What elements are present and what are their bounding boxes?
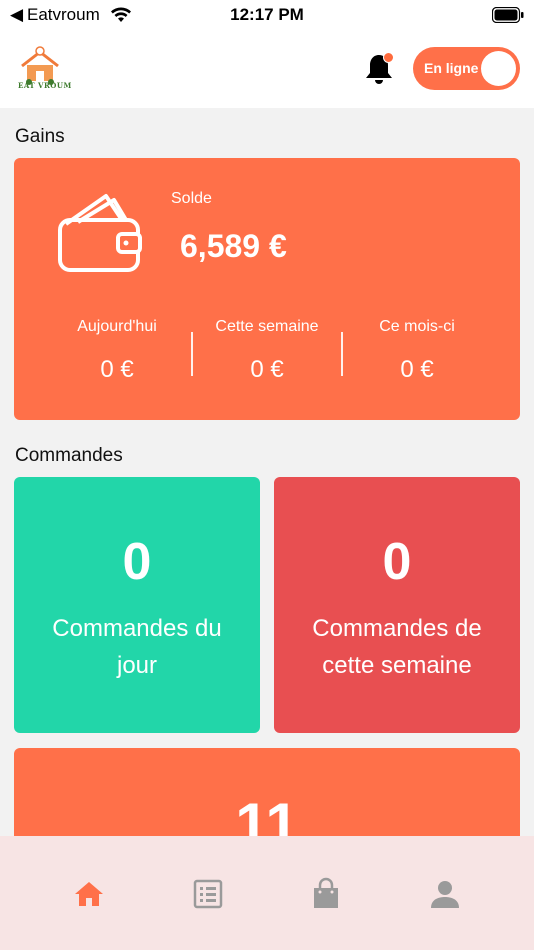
wallet-icon [58,194,142,272]
order-count: 0 [382,533,412,591]
order-count: 0 [122,533,152,591]
online-toggle-label: En ligne [424,60,479,76]
eatvroum-logo: EAT VROUM [14,46,71,92]
daily-orders-card[interactable]: 0 Commandes du jour [14,477,260,733]
notification-badge [383,52,394,63]
period-label: Cette semaine [215,318,319,335]
bottom-tab-bar [0,836,534,950]
period-value: 0 € [100,356,134,383]
period-month: Ce mois-ci 0 € [342,318,492,384]
period-value: 0 € [250,356,284,383]
order-label: Commandes du jour [52,615,222,679]
list-icon[interactable] [190,876,226,912]
logo-text: EAT VROUM [18,81,72,90]
app-header: EAT VROUM En ligne [0,32,534,108]
user-icon[interactable] [427,876,463,912]
status-bar: ◀ Eatvroum 12:17 PM [0,0,534,32]
orders-section-title: Commandes [15,445,123,466]
home-icon[interactable] [71,876,107,912]
weekly-orders-card[interactable]: 0 Commandes de cette semaine [274,477,520,733]
balance-value: 6,589 € [180,228,287,264]
order-label: Commandes de cette semaine [312,615,482,679]
balance-label: Solde [171,190,212,207]
period-today: Aujourd'hui 0 € [42,318,192,384]
gains-section-title: Gains [15,126,65,147]
battery-icon [492,7,524,23]
period-label: Aujourd'hui [77,318,157,335]
shopping-bag-icon[interactable] [308,876,344,912]
period-week: Cette semaine 0 € [192,318,342,384]
period-value: 0 € [400,356,434,383]
clock: 12:17 PM [230,5,304,24]
logo-house-icon [21,46,59,85]
online-toggle[interactable]: En ligne [413,47,520,90]
gains-card: Solde 6,589 € Aujourd'hui 0 € Cette sema… [14,158,520,420]
period-label: Ce mois-ci [379,318,455,335]
toggle-knob [481,51,516,86]
